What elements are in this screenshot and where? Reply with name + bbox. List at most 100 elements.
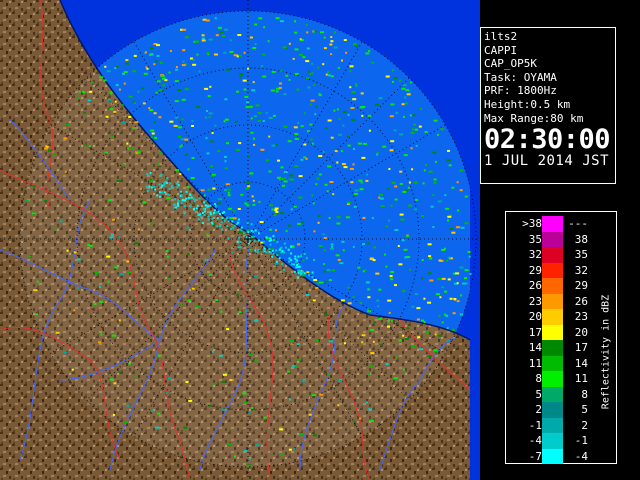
- echo-cell: [314, 113, 317, 116]
- echo-cell: [206, 52, 210, 55]
- echo-cell: [305, 294, 310, 296]
- echo-cell: [273, 214, 277, 216]
- echo-cell: [53, 154, 56, 157]
- legend-lower-value: -7: [528, 449, 542, 463]
- legend-row: 14 17: [506, 340, 616, 356]
- echo-cell: [246, 228, 249, 231]
- echo-cell: [210, 221, 213, 224]
- echo-cell: [237, 34, 242, 36]
- echo-cell: [126, 142, 129, 145]
- echo-cell: [423, 169, 426, 172]
- echo-cell: [398, 263, 403, 266]
- legend-upper-value: 17: [574, 341, 588, 354]
- echo-cell: [424, 131, 428, 133]
- echo-cell: [181, 199, 184, 202]
- echo-cell: [249, 353, 253, 356]
- echo-cell: [342, 124, 345, 127]
- echo-cell: [200, 189, 205, 192]
- echo-cell: [221, 408, 226, 411]
- echo-cell: [220, 228, 223, 231]
- echo-cell: [325, 127, 328, 130]
- legend-color-swatch: [542, 433, 563, 449]
- echo-cell: [435, 351, 438, 354]
- echo-cell: [323, 47, 327, 50]
- echo-cell: [285, 230, 288, 233]
- echo-cell: [275, 249, 278, 252]
- echo-cell: [327, 71, 330, 73]
- echo-cell: [294, 73, 299, 75]
- echo-cell: [389, 275, 393, 278]
- echo-cell: [357, 142, 362, 145]
- echo-cell: [226, 216, 229, 219]
- echo-cell: [353, 420, 356, 423]
- echo-cell: [206, 110, 208, 112]
- echo-cell: [176, 202, 179, 205]
- echo-cell: [420, 107, 422, 110]
- echo-cell: [347, 302, 352, 305]
- echo-cell: [385, 75, 390, 78]
- echo-cell: [300, 125, 304, 128]
- echo-cell: [408, 204, 413, 207]
- echo-cell: [326, 190, 329, 193]
- echo-cell: [206, 233, 209, 236]
- echo-cell: [341, 240, 345, 243]
- echo-cell: [73, 309, 76, 312]
- echo-cell: [362, 217, 366, 219]
- echo-cell: [203, 194, 206, 197]
- echo-cell: [365, 179, 369, 182]
- echo-cell: [246, 101, 249, 104]
- echo-cell: [168, 188, 171, 190]
- echo-cell: [177, 89, 182, 92]
- echo-cell: [169, 120, 174, 123]
- legend-lower-value: 14: [528, 341, 542, 354]
- echo-cell: [283, 125, 288, 128]
- echo-cell: [326, 269, 331, 272]
- echo-cell: [66, 249, 69, 252]
- echo-cell: [167, 193, 170, 196]
- echo-cell: [254, 275, 258, 278]
- echo-cell: [402, 84, 407, 87]
- echo-cell: [404, 338, 409, 340]
- echo-cell: [360, 181, 363, 184]
- echo-cell: [446, 339, 450, 342]
- echo-cell: [399, 213, 404, 216]
- echo-cell: [246, 181, 251, 184]
- echo-cell: [334, 150, 338, 153]
- echo-cell: [415, 144, 418, 147]
- echo-cell: [191, 120, 194, 123]
- echo-cell: [265, 111, 268, 114]
- echo-cell: [267, 40, 270, 43]
- echo-cell: [224, 167, 228, 170]
- echo-cell: [224, 160, 227, 163]
- echo-cell: [402, 290, 406, 293]
- echo-cell: [215, 299, 219, 301]
- echo-cell: [421, 215, 425, 218]
- echo-cell: [89, 90, 93, 93]
- legend-color-swatch: [542, 402, 563, 418]
- echo-cell: [333, 109, 336, 112]
- echo-cell: [427, 243, 432, 246]
- echo-cell: [441, 321, 444, 324]
- echo-cell: [212, 187, 216, 190]
- echo-cell: [368, 50, 371, 52]
- echo-cell: [296, 276, 299, 279]
- echo-cell: [331, 245, 333, 248]
- echo-cell: [191, 287, 195, 290]
- echo-cell: [303, 112, 306, 115]
- echo-cell: [449, 228, 454, 230]
- echo-cell: [297, 222, 302, 225]
- echo-cell: [153, 121, 156, 124]
- legend-row: 26 29: [506, 278, 616, 294]
- echo-cell: [142, 102, 146, 105]
- echo-cell: [118, 319, 121, 322]
- echo-cell: [339, 262, 344, 265]
- echo-cell: [244, 96, 249, 98]
- legend-row: 8 11: [506, 371, 616, 387]
- echo-cell: [336, 222, 341, 225]
- echo-cell: [186, 226, 190, 229]
- echo-cell: [194, 40, 199, 43]
- echo-cell: [217, 26, 222, 29]
- echo-cell: [306, 47, 310, 50]
- echo-cell: [394, 284, 397, 287]
- echo-cell: [287, 248, 290, 251]
